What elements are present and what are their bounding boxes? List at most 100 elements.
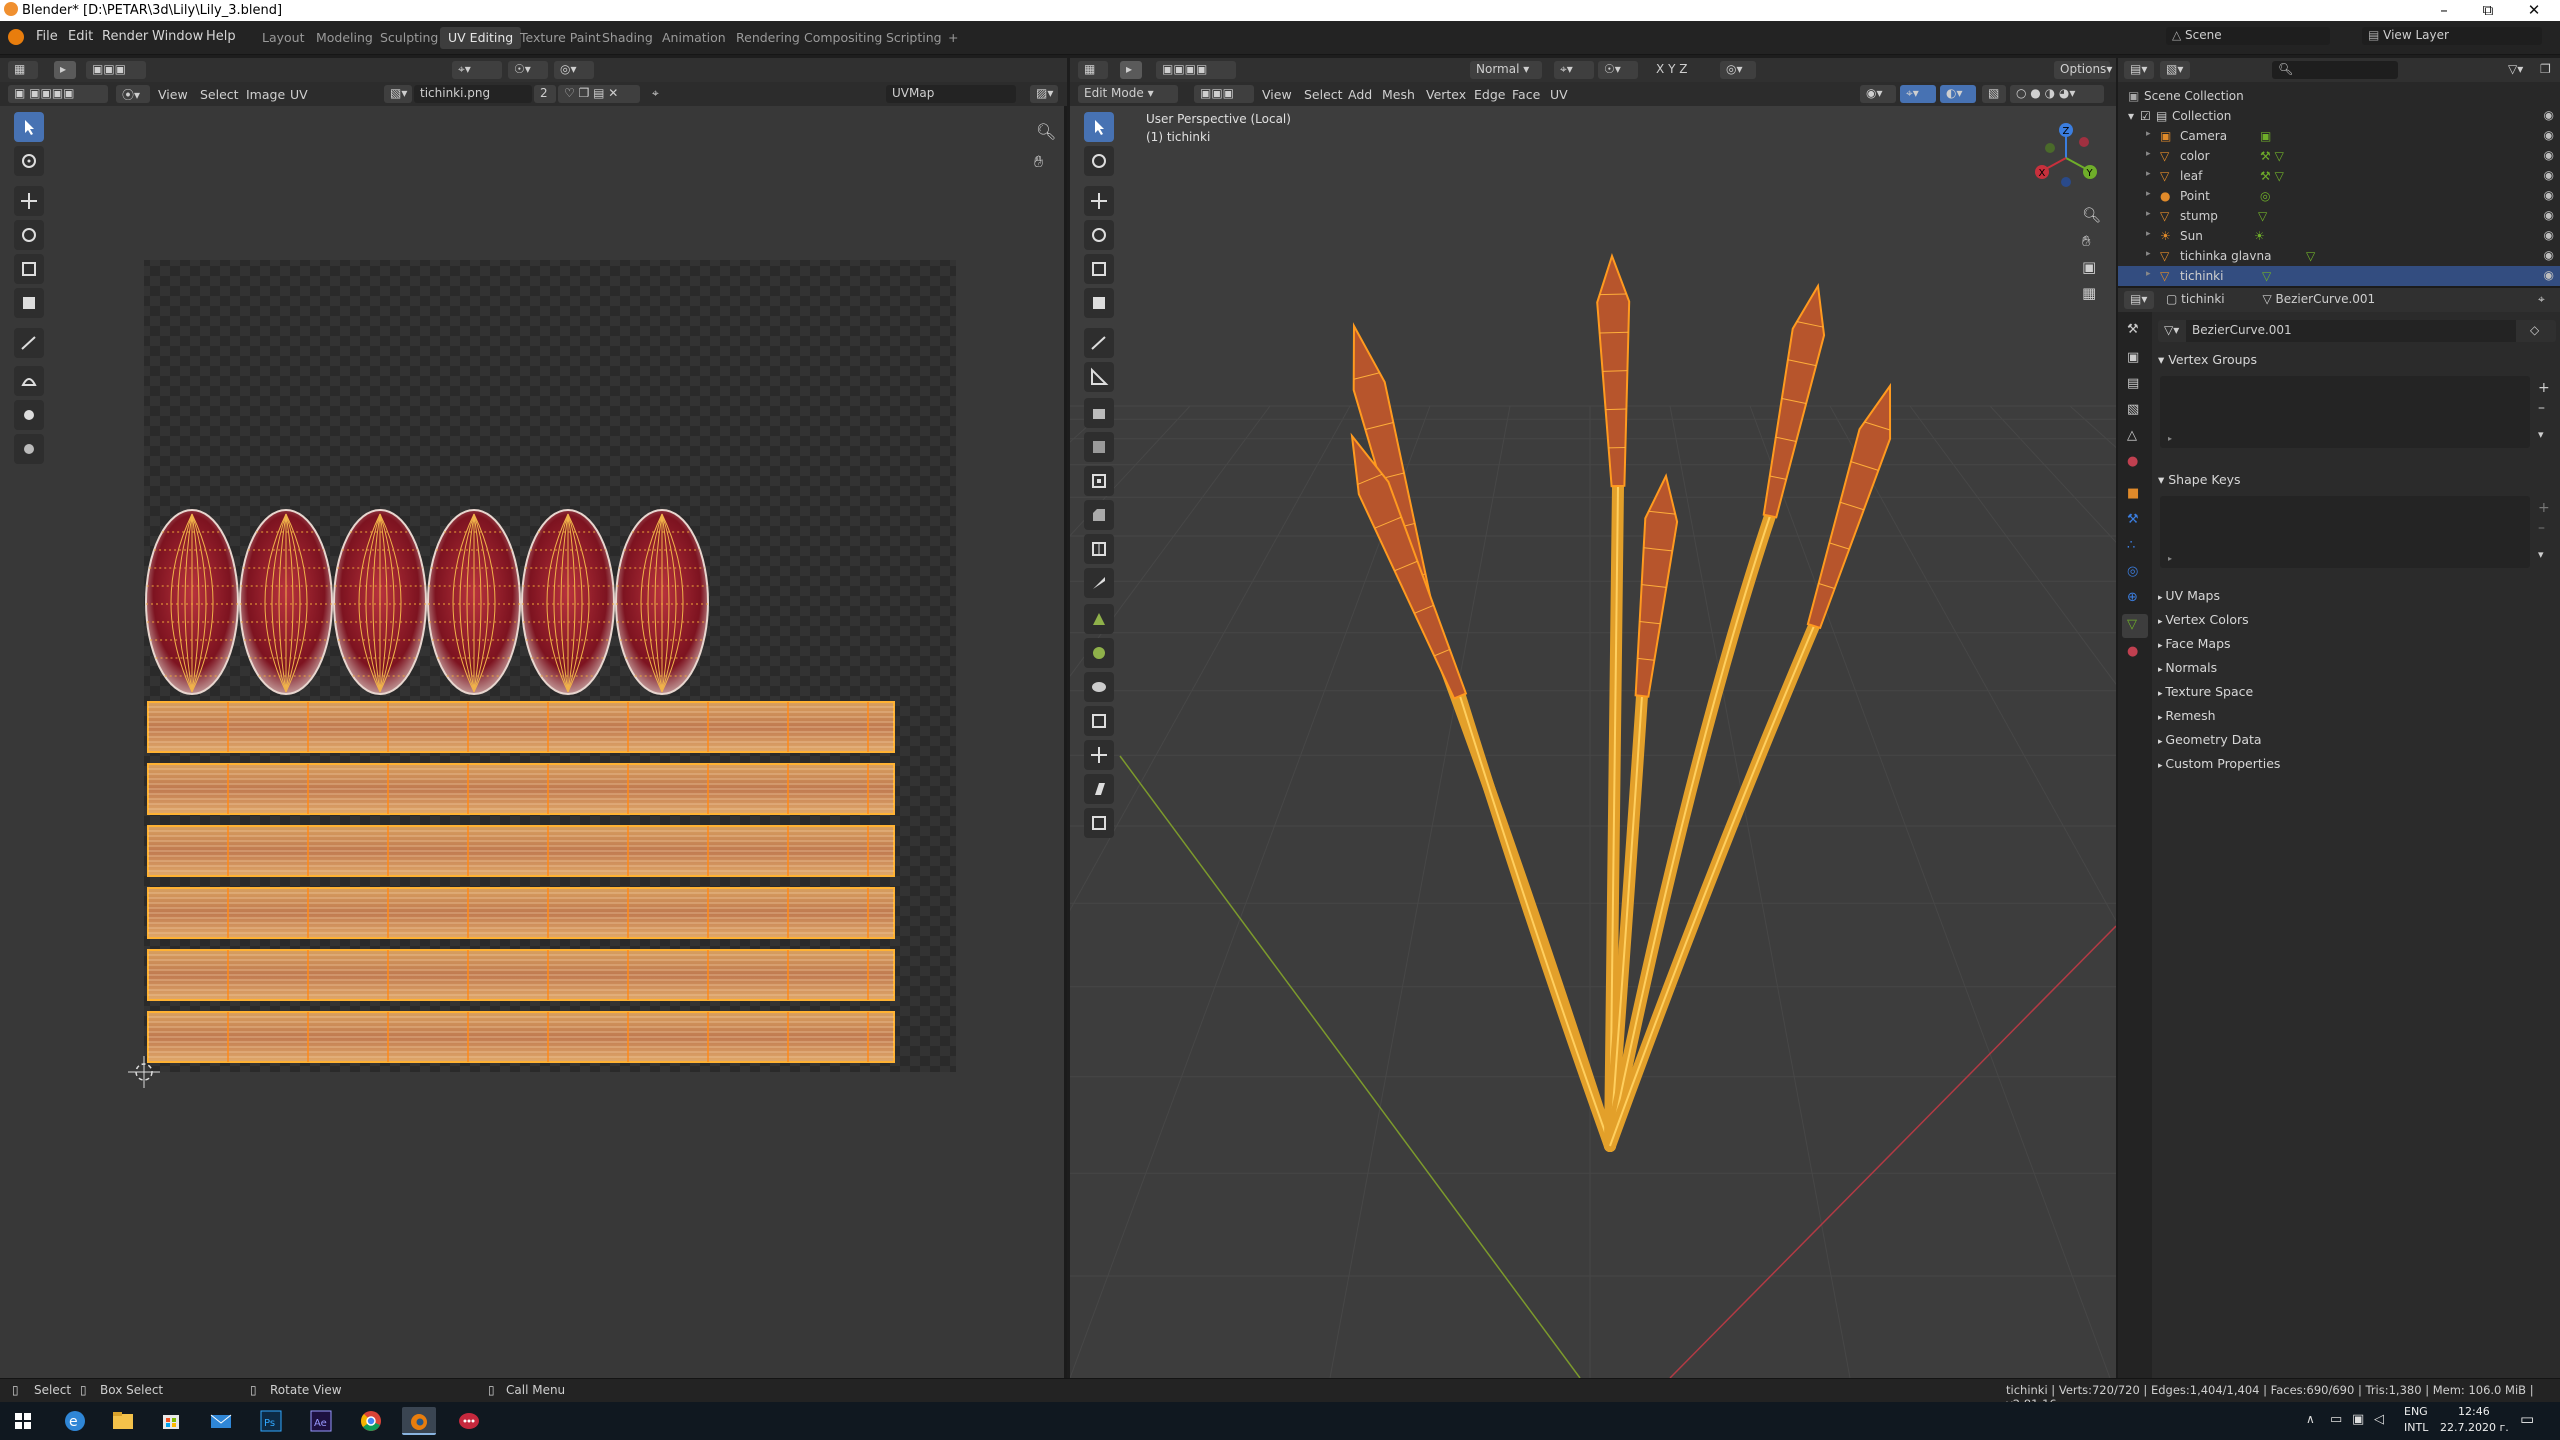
expand-arrow-icon[interactable]: ▸ [2146,269,2151,279]
expand-arrow-icon[interactable]: ▸ [2146,209,2151,219]
mesh-data-tab-icon[interactable]: ▽ [2122,614,2148,638]
file-explorer-icon[interactable] [106,1407,140,1435]
viewport-proportional-icon[interactable]: ◎▾ [1720,61,1756,79]
expand-arrow-icon[interactable]: ▸ [2146,229,2151,239]
tab-scripting[interactable]: Scripting [878,27,950,49]
uv-sticky-icon[interactable]: ⦿▾ [116,85,150,103]
proportional-icon[interactable]: ◎▾ [554,61,594,79]
language-indicator-bottom[interactable]: INTL [2404,1421,2428,1434]
tab-animation[interactable]: Animation [654,27,734,49]
outliner-item-tichinki[interactable]: ▸ ▽ tichinki ▽ ◉ [2118,266,2560,286]
photoshop-icon[interactable]: Ps [254,1407,288,1435]
mirror-z[interactable]: Z [1679,62,1687,76]
outliner-collection[interactable]: ▾ ☑ ▤ Collection ◉ [2118,106,2560,126]
smooth-tool-icon[interactable] [1084,672,1114,702]
modifier-tab-icon[interactable]: ⚒ [2127,512,2139,527]
scene-tab-icon[interactable]: △ [2127,428,2137,443]
blender-taskbar-icon[interactable] [402,1407,436,1435]
outliner-item-stump[interactable]: ▸ ▽ stump ▽ ◉ [2118,206,2560,226]
fake-user-icon[interactable]: ◇ [2530,323,2539,337]
measure-tool-icon[interactable] [1084,362,1114,392]
viewport-select-mode-icons[interactable]: ▣▣▣▣ [1156,61,1236,79]
minimize-icon[interactable]: – [2424,1,2464,19]
vertex-group-menu-icon[interactable]: ▾ [2538,428,2544,441]
viewport-canvas[interactable] [1070,106,2116,1378]
viewport-menu-view[interactable]: View [1262,87,1292,102]
remove-shape-key-icon[interactable]: – [2538,520,2545,536]
uv-menu-view[interactable]: View [158,87,188,102]
mirror-y[interactable]: Y [1668,62,1675,76]
eye-icon[interactable]: ◉ [2544,108,2554,122]
bevel-tool-icon[interactable] [1084,500,1114,530]
menu-help[interactable]: Help [206,29,236,44]
spin-tool-icon[interactable] [1084,638,1114,668]
visibility-icon[interactable]: ◉▾ [1860,85,1896,103]
remove-vertex-group-icon[interactable]: – [2538,400,2545,416]
store-icon[interactable] [154,1407,188,1435]
3d-viewport[interactable]: ▦ ▸ ▣▣▣▣ Normal ▾ ⌖▾ ☉▾ X Y Z ◎▾ Options… [1070,58,2116,1378]
vertex-groups-list[interactable]: ▸ [2160,376,2530,448]
shape-keys-list[interactable]: ▸ [2160,496,2530,568]
chat-app-icon[interactable] [452,1407,486,1435]
menu-edit[interactable]: Edit [68,29,93,44]
shrink-fatten-tool-icon[interactable] [1084,740,1114,770]
extrude-tool-icon[interactable] [1084,432,1114,462]
panel-face-maps[interactable]: ▸ Face Maps [2158,636,2554,651]
panel-texture-space[interactable]: ▸ Texture Space [2158,684,2554,699]
edge-slide-tool-icon[interactable] [1084,706,1114,736]
rip-region-tool-icon[interactable] [1084,808,1114,838]
eye-icon[interactable]: ◉ [2544,128,2554,142]
viewport-pivot-icon[interactable]: ⌖▾ [1554,61,1594,79]
viewport-menu-select[interactable]: Select [1304,87,1343,102]
panel-remesh[interactable]: ▸ Remesh [2158,708,2554,723]
outliner-item-tichinka-glavna[interactable]: ▸ ▽ tichinka glavna ▽ ◉ [2118,246,2560,266]
clock-time[interactable]: 12:46 [2458,1405,2490,1418]
panel-vertex-groups[interactable]: ▾ Vertex Groups [2158,352,2554,367]
tray-network-icon[interactable]: ▭ [2330,1412,2342,1427]
view-layer-selector[interactable]: ▤ View Layer [2362,27,2542,45]
outliner-item-color[interactable]: ▸ ▽ color ⚒ ▽ ◉ [2118,146,2560,166]
scene-selector[interactable]: △ Scene [2166,27,2330,45]
edge-browser-icon[interactable]: e [58,1407,92,1435]
viewport-menu-add[interactable]: Add [1348,87,1372,102]
viewport-menu-vertex[interactable]: Vertex [1426,87,1466,102]
outliner-item-Point[interactable]: ▸ ● Point ◎ ◉ [2118,186,2560,206]
eye-icon[interactable]: ◉ [2544,148,2554,162]
tool-tab-icon[interactable]: ⚒ [2127,322,2139,337]
new-collection-icon[interactable]: ❐ [2534,61,2556,79]
gizmo-toggle-icon[interactable]: ⌖▾ [1900,85,1936,103]
panel-vertex-colors[interactable]: ▸ Vertex Colors [2158,612,2554,627]
add-vertex-group-icon[interactable]: + [2538,380,2550,396]
viewport-menu-face[interactable]: Face [1512,87,1540,102]
orientation-dropdown[interactable]: Normal ▾ [1470,61,1542,79]
mesh-select-mode-icons[interactable]: ▣▣▣ [1194,85,1254,103]
tab-shading[interactable]: Shading [594,27,661,49]
world-tab-icon[interactable]: ● [2127,454,2138,469]
add-cube-tool-icon[interactable] [1084,398,1114,428]
notification-center-icon[interactable]: ▭ [2520,1410,2534,1428]
vp-select-tool-icon[interactable] [1084,112,1114,142]
loop-cut-tool-icon[interactable] [1084,534,1114,564]
image-actions-icons[interactable]: ♡ ❐ ▤ ✕ [558,85,640,103]
camera-view-icon[interactable]: ▣ [2082,258,2096,276]
expand-arrow-icon[interactable]: ▸ [2146,149,2151,159]
mesh-browse-icon[interactable]: ▽▾ [2164,323,2179,337]
viewport-snap-icon[interactable]: ☉▾ [1598,61,1638,79]
outliner-item-Camera[interactable]: ▸ ▣ Camera ▣ ◉ [2118,126,2560,146]
shear-tool-icon[interactable] [1084,774,1114,804]
close-icon[interactable]: ✕ [2514,1,2554,19]
panel-normals[interactable]: ▸ Normals [2158,660,2554,675]
panel-shape-keys[interactable]: ▾ Shape Keys [2158,472,2554,487]
outliner-type-icon[interactable]: ▤▾ [2124,61,2154,79]
tichinki-mesh[interactable] [1350,252,1892,1152]
menu-window[interactable]: Window [152,29,203,44]
inset-tool-icon[interactable] [1084,466,1114,496]
expand-arrow-icon[interactable]: ▾ [2128,109,2134,123]
expand-arrow-icon[interactable]: ▸ [2146,129,2151,139]
xray-toggle-icon[interactable]: ▧ [1982,85,2006,103]
tool-select-icon[interactable]: ▸ [54,61,76,79]
tab-sculpting[interactable]: Sculpting [372,27,446,49]
mirror-x[interactable]: X [1656,62,1664,76]
panel-uv-maps[interactable]: ▸ UV Maps [2158,588,2554,603]
image-browse-icon[interactable]: ▧▾ [384,85,412,103]
